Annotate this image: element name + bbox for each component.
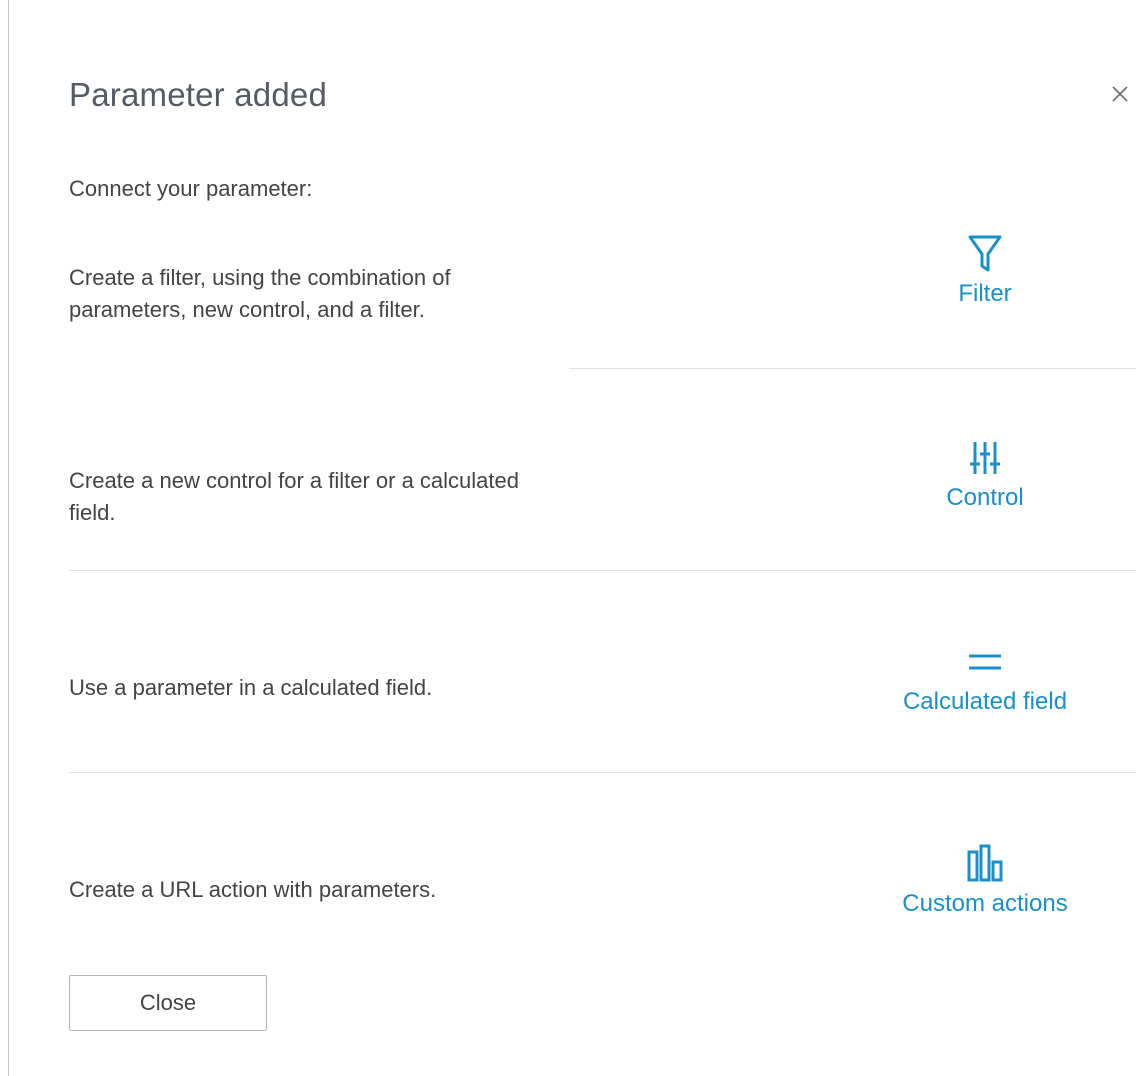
row-divider (569, 368, 1136, 369)
custom-actions-action[interactable]: Custom actions (855, 842, 1115, 918)
filter-action-label: Filter (958, 280, 1012, 307)
custom-actions-description: Create a URL action with parameters. (69, 877, 437, 902)
calculated-field-action-label: Calculated field (902, 688, 1068, 715)
filter-icon (968, 235, 1002, 272)
equals-icon (969, 654, 1001, 670)
dialog-title: Parameter added (69, 76, 327, 113)
bar-chart-icon (967, 844, 1003, 882)
parameter-added-dialog: Parameter added Connect your parameter: … (0, 0, 1136, 1076)
control-sliders-icon (970, 442, 1000, 474)
row-divider (69, 772, 1136, 773)
calculated-field-description: Use a parameter in a calculated field. (69, 675, 433, 700)
row-divider (69, 570, 1136, 571)
custom-actions-action-label: Custom actions (902, 890, 1068, 917)
calculated-field-action[interactable]: Calculated field (855, 640, 1115, 716)
close-button[interactable]: Close (69, 975, 267, 1031)
control-action-label: Control (946, 484, 1024, 511)
control-description: Create a new control for a filter or a c… (69, 468, 520, 525)
filter-description: Create a filter, using the combination o… (69, 265, 451, 322)
connect-intro-text: Connect your parameter: (69, 176, 313, 201)
close-icon[interactable] (1106, 80, 1134, 108)
filter-action[interactable]: Filter (855, 232, 1115, 308)
control-action[interactable]: Control (855, 436, 1115, 512)
